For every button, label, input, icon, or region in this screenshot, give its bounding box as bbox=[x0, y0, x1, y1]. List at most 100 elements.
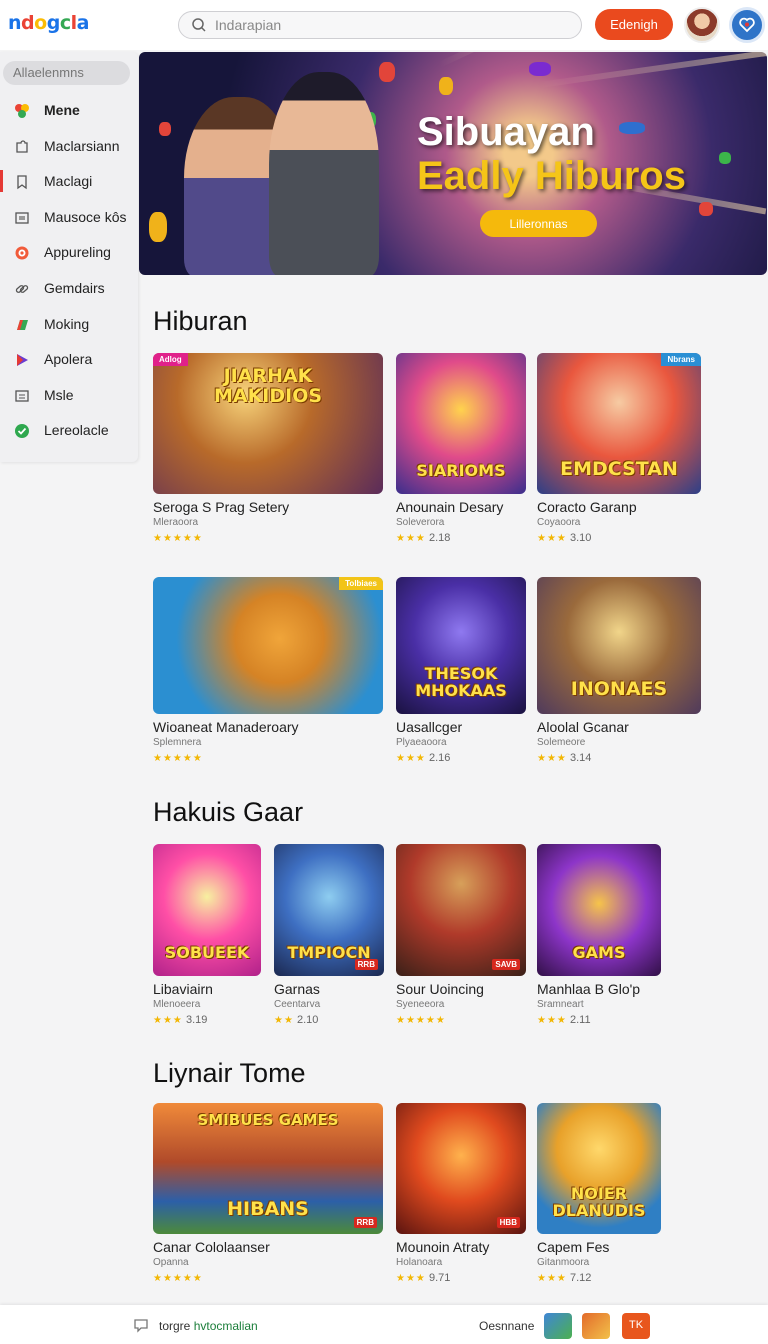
sidebar-item-label: Moking bbox=[44, 315, 90, 332]
hero-title: Sibuayan bbox=[417, 110, 595, 154]
game-card[interactable]: JIARHAK MAKIDIOS Adlog Seroga S Prag Seter… bbox=[153, 353, 383, 550]
sidebar-item-maclarsiann[interactable]: Maclarsiann bbox=[0, 131, 138, 161]
chat-icon[interactable] bbox=[133, 1317, 149, 1333]
game-rating: ★★★ 3.14 bbox=[537, 752, 591, 764]
top-header: ndogcla Edenigh bbox=[0, 0, 768, 50]
game-thumbnail[interactable]: Tolbiaes bbox=[153, 577, 383, 714]
game-card[interactable]: SOBUEEK Libaviairn Mlenoeera ★★★ 3.19 bbox=[153, 844, 261, 1032]
favorites-button[interactable] bbox=[729, 7, 765, 43]
bottom-badge[interactable]: TK bbox=[622, 1313, 650, 1339]
search-bar[interactable] bbox=[178, 11, 582, 39]
user-avatar[interactable] bbox=[684, 7, 720, 43]
game-developer: Coyaoora bbox=[537, 517, 581, 528]
game-card[interactable]: GAMS Manhlaa B Glo'p Sramneart ★★★ 2.11 bbox=[537, 844, 661, 1032]
game-rating: ★★★ 2.16 bbox=[396, 752, 450, 764]
game-card[interactable]: SMIBUES GAMES HIBANS RRB Canar Cololaanser O… bbox=[153, 1103, 383, 1290]
game-title[interactable]: Sour Uoincing bbox=[396, 981, 484, 997]
thumbnail-caption: EMDCSTAN bbox=[560, 460, 678, 480]
game-card[interactable]: NOIER DLANUDIS Capem Fes Gitanmoora ★★★ 7.1… bbox=[537, 1103, 661, 1290]
game-thumbnail[interactable]: SMIBUES GAMES HIBANS RRB bbox=[153, 1103, 383, 1234]
signin-button[interactable]: Edenigh bbox=[595, 9, 673, 40]
sidebar-item-mene[interactable]: Mene bbox=[0, 95, 138, 125]
game-thumbnail[interactable]: GAMS bbox=[537, 844, 661, 976]
bottom-link[interactable]: hvtocmalian bbox=[194, 1319, 258, 1333]
rating-stars: ★★ bbox=[274, 1015, 294, 1026]
rating-stars: ★★★ bbox=[537, 533, 567, 544]
rating-value: 3.14 bbox=[569, 752, 592, 764]
game-title[interactable]: Canar Cololaanser bbox=[153, 1239, 270, 1255]
game-card[interactable]: SIARIOMS Anounain Desary Soleverora ★★★ 2.1… bbox=[396, 353, 526, 550]
sidebar-item-maclagi[interactable]: Maclagi bbox=[0, 166, 138, 196]
hero-banner[interactable]: Sibuayan Eadly Hiburos Lilleronnas bbox=[139, 52, 767, 275]
game-title[interactable]: Capem Fes bbox=[537, 1239, 609, 1255]
hero-cta-button[interactable]: Lilleronnas bbox=[480, 210, 597, 237]
logo-letter: c bbox=[59, 12, 71, 34]
game-title[interactable]: Aloolal Gcanar bbox=[537, 719, 629, 735]
game-title[interactable]: Anounain Desary bbox=[396, 499, 503, 515]
sidebar-item-lereolacle[interactable]: Lereolacle bbox=[0, 415, 138, 445]
hero-subtitle: Eadly Hiburos bbox=[417, 154, 686, 198]
game-thumbnail[interactable]: NOIER DLANUDIS bbox=[537, 1103, 661, 1234]
bottom-thumb-1[interactable] bbox=[544, 1313, 572, 1339]
game-title[interactable]: Garnas bbox=[274, 981, 320, 997]
site-logo[interactable]: ndogcla bbox=[8, 12, 89, 34]
game-card[interactable]: HBB Mounoin Atraty Holanoara ★★★ 9.71 bbox=[396, 1103, 526, 1290]
sidebar-search[interactable]: Allaelenmns bbox=[3, 61, 130, 85]
game-thumbnail[interactable]: INONAES bbox=[537, 577, 701, 714]
sidebar-item-gemdairs[interactable]: Gemdairs bbox=[0, 273, 138, 303]
thumbnail-caption: NOIER DLANUDIS bbox=[552, 1186, 646, 1220]
game-title[interactable]: Seroga S Prag Setery bbox=[153, 499, 289, 515]
game-rating: ★★★ 2.18 bbox=[396, 532, 450, 544]
puzzle-icon bbox=[16, 139, 28, 153]
game-developer: Solemeore bbox=[537, 737, 586, 748]
sidebar-item-appureling[interactable]: Appureling bbox=[0, 237, 138, 267]
game-thumbnail[interactable]: EMDCSTAN Nbrans bbox=[537, 353, 701, 494]
sidebar-item-apolera[interactable]: Apolera bbox=[0, 344, 138, 374]
game-title[interactable]: Wioaneat Manaderoary bbox=[153, 719, 299, 735]
section-title: Liynair Tome bbox=[153, 1058, 306, 1088]
bottom-thumb-2[interactable] bbox=[582, 1313, 610, 1339]
sidebar-item-label: Gemdairs bbox=[44, 280, 105, 296]
game-thumbnail[interactable]: JIARHAK MAKIDIOS Adlog bbox=[153, 353, 383, 494]
sidebar-item-msle[interactable]: Msle bbox=[0, 380, 138, 410]
search-input[interactable] bbox=[215, 15, 565, 35]
rating-stars: ★★★ bbox=[153, 1015, 183, 1026]
game-card[interactable]: EMDCSTAN Nbrans Coracto Garanp Coyaoora ★★★ … bbox=[537, 353, 701, 550]
game-card[interactable]: Tolbiaes Wioaneat Manaderoary Splemnera ★★★… bbox=[153, 577, 383, 770]
sidebar-item-moking[interactable]: Moking bbox=[0, 309, 138, 339]
game-title[interactable]: Uasallcger bbox=[396, 719, 462, 735]
game-rating: ★★ 2.10 bbox=[274, 1014, 318, 1026]
game-title[interactable]: Libaviairn bbox=[153, 981, 213, 997]
thumbnail-caption: SIARIOMS bbox=[416, 463, 506, 480]
game-thumbnail[interactable]: TMPIOCN RRB bbox=[274, 844, 384, 976]
game-thumbnail[interactable]: SAVB bbox=[396, 844, 526, 976]
rating-stars: ★★★★★ bbox=[153, 533, 203, 544]
game-thumbnail[interactable]: THESOK MHOKAAS bbox=[396, 577, 526, 714]
thumbnail-sticker: HBB bbox=[496, 1217, 520, 1228]
game-card[interactable]: INONAES Aloolal Gcanar Solemeore ★★★ 3.14 bbox=[537, 577, 701, 770]
game-card[interactable]: TMPIOCN RRB Garnas Ceentarva ★★ 2.10 bbox=[274, 844, 384, 1032]
game-card[interactable]: SAVB Sour Uoincing Syeneeora ★★★★★ bbox=[396, 844, 526, 1032]
sidebar-item-label: Maclagi bbox=[44, 173, 93, 190]
game-rating: ★★★ 7.12 bbox=[537, 1272, 591, 1284]
game-title[interactable]: Coracto Garanp bbox=[537, 499, 637, 515]
game-rating: ★★★★★ bbox=[396, 1014, 446, 1026]
game-thumbnail[interactable]: SIARIOMS bbox=[396, 353, 526, 494]
thumbnail-caption: HIBANS bbox=[227, 1200, 309, 1220]
game-title[interactable]: Manhlaa B Glo'p bbox=[537, 981, 640, 997]
thumbnail-caption-top: SMIBUES GAMES bbox=[197, 1111, 339, 1129]
logo-letter: n bbox=[8, 12, 22, 34]
sidebar-item-mausoce-k-s[interactable]: Mausoce kôs bbox=[0, 202, 138, 232]
game-thumbnail[interactable]: HBB bbox=[396, 1103, 526, 1234]
game-title[interactable]: Mounoin Atraty bbox=[396, 1239, 489, 1255]
rating-value: 3.19 bbox=[185, 1014, 208, 1026]
game-thumbnail[interactable]: SOBUEEK bbox=[153, 844, 261, 976]
game-developer: Holanoara bbox=[396, 1257, 443, 1268]
game-card[interactable]: THESOK MHOKAAS Uasallcger Plyaeaoora ★★★ 2.… bbox=[396, 577, 526, 770]
sidebar-item-label: Appureling bbox=[44, 244, 111, 261]
rating-value: 2.11 bbox=[569, 1014, 591, 1026]
game-developer: Opanna bbox=[153, 1257, 189, 1268]
game-developer: Mlenoeera bbox=[153, 999, 201, 1010]
hero-person-right bbox=[269, 72, 379, 275]
bookmark-icon bbox=[17, 175, 27, 190]
